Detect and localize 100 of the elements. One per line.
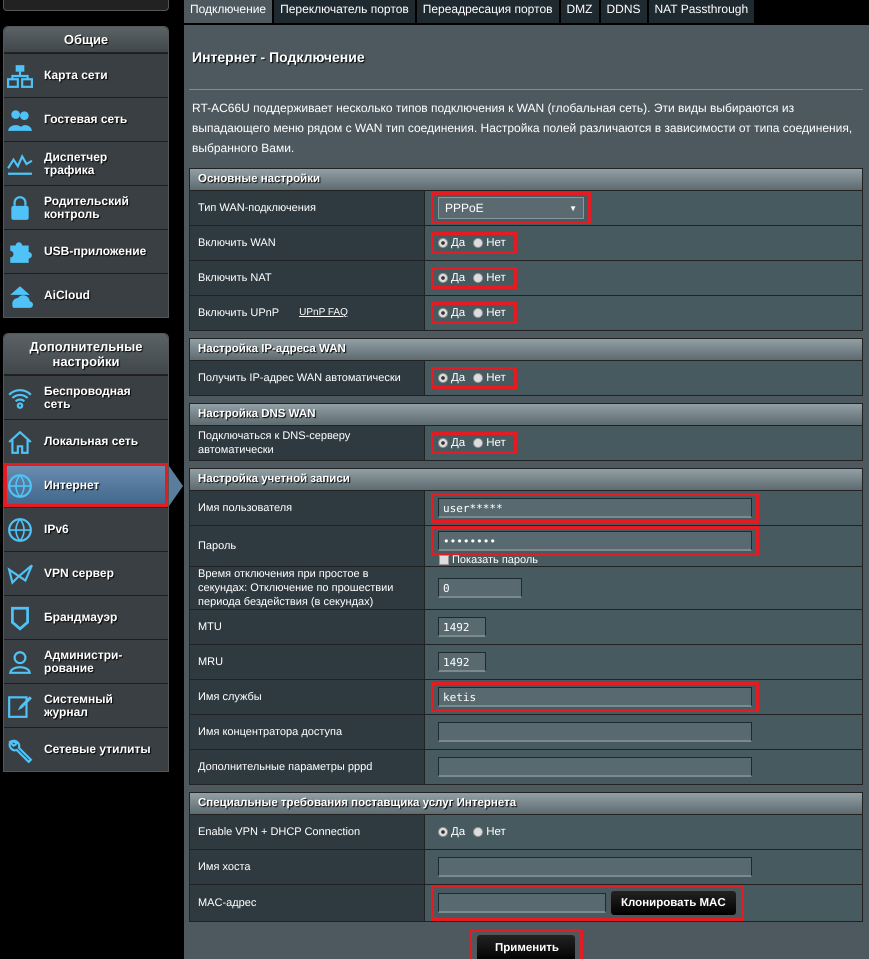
sidebar-item-label: USB-приложение — [44, 245, 148, 258]
network-map-icon — [7, 62, 33, 88]
field-label: Дополнительные параметры pppd — [198, 760, 372, 774]
section-header: Настройка DNS WAN — [190, 404, 862, 425]
sidebar-item[interactable]: USB-приложение — [4, 229, 168, 273]
radio-button[interactable] — [438, 308, 448, 318]
radio-button[interactable] — [473, 827, 484, 837]
tab[interactable]: Переключатель портов — [274, 0, 415, 23]
page-description: RT-AC66U поддерживает несколько типов подключения к WAN (глобальная сеть). Эти виды выбираются из выпадающего меню рядом с WAN тип соединения. Настройка полей различаются в зависимости от типа соединения, выбранного Вами. — [191, 100, 854, 157]
field-label: Подключаться к DNS-серверу автоматически — [198, 429, 352, 457]
radio-button[interactable] — [473, 438, 484, 448]
sidebar-item[interactable]: Диспетчер трафика — [4, 141, 168, 185]
field-label: Enable VPN + DHCP Connection — [198, 825, 360, 839]
field-label: Включить UPnP — [198, 306, 280, 320]
radio-button[interactable] — [473, 238, 484, 248]
radio-button[interactable] — [473, 373, 484, 383]
sidebar-item[interactable]: Беспроводная сеть — [4, 375, 168, 419]
sidebar-item[interactable]: Системный журнал — [4, 683, 168, 727]
show-password-checkbox[interactable]: Показать пароль — [431, 554, 856, 566]
radio-option[interactable]: Нет — [473, 826, 506, 838]
radio-option[interactable]: Нет — [473, 237, 506, 249]
radio-button[interactable] — [438, 438, 448, 448]
sidebar-item-label: Интернет — [44, 479, 100, 492]
radio-option[interactable]: Нет — [473, 437, 506, 449]
tab[interactable]: Переадресация портов — [416, 0, 558, 23]
mac-address-field[interactable] — [438, 893, 606, 913]
sidebar-item[interactable]: VPN сервер — [4, 551, 168, 595]
pointer-icon — [169, 466, 183, 506]
sidebar-item-label: Системный журнал — [44, 692, 114, 718]
radio-option[interactable]: Да — [438, 237, 466, 249]
radio-option[interactable]: Да — [438, 372, 466, 384]
radio-button[interactable] — [473, 273, 484, 283]
radio-option[interactable]: Да — [438, 437, 466, 449]
sidebar-item[interactable]: Родительский контроль — [4, 185, 168, 229]
input-field[interactable]: •••••••• — [438, 531, 752, 551]
field-label: MAC-адрес — [198, 896, 256, 910]
person-icon — [7, 648, 33, 674]
section-header: Основные настройки — [190, 169, 862, 190]
radio-button[interactable] — [438, 238, 448, 248]
radio-button[interactable] — [473, 308, 484, 318]
input-field[interactable]: ketis — [438, 687, 752, 707]
sidebar-item-label: Брандмауэр — [44, 611, 118, 624]
radio-option[interactable]: Нет — [473, 272, 506, 284]
input-field[interactable]: 0 — [438, 578, 522, 598]
input-field[interactable] — [438, 857, 752, 877]
sidebar-item-label: Родительский контроль — [44, 194, 130, 220]
tab[interactable]: Подключение — [184, 0, 272, 23]
section-header: Настройка IP-адреса WAN — [190, 339, 862, 360]
field-label: Имя пользователя — [198, 501, 292, 515]
radio-option[interactable]: Да — [438, 307, 466, 319]
page-title: Интернет - Подключение — [191, 48, 366, 67]
radio-button[interactable] — [438, 827, 448, 837]
sidebar-item-label: Гостевая сеть — [44, 113, 128, 126]
sidebar-item[interactable]: Гостевая сеть — [4, 97, 168, 141]
field-label: Пароль — [198, 539, 236, 553]
input-field[interactable]: 1492 — [438, 617, 486, 637]
input-field[interactable]: user***** — [438, 498, 752, 518]
radio-option[interactable]: Да — [438, 826, 466, 838]
field-label: MRU — [198, 655, 224, 669]
tab[interactable]: DMZ — [560, 0, 598, 23]
sidebar-item[interactable]: AiCloud — [4, 273, 168, 317]
sidebar-item[interactable]: Брандмауэр — [4, 595, 168, 639]
sidebar-item-label: Администри-рование — [44, 648, 124, 674]
sidebar-item-label: Беспроводная сеть — [44, 384, 132, 410]
sidebar-item-label: Локальная сеть — [44, 435, 140, 448]
clone-mac-button[interactable]: Клонировать MAC — [610, 890, 737, 916]
wan-type-dropdown[interactable]: PPPoE ▼ — [438, 197, 584, 219]
radio-option[interactable]: Нет — [473, 307, 506, 319]
radio-button[interactable] — [438, 273, 448, 283]
faq-link[interactable]: UPnP FAQ — [299, 306, 348, 320]
field-label: Имя хоста — [198, 860, 251, 874]
checkbox[interactable] — [439, 555, 449, 565]
field-label: Включить WAN — [198, 236, 276, 250]
field-label: Имя службы — [198, 690, 262, 704]
globe-icon — [7, 472, 33, 498]
input-field[interactable] — [438, 757, 752, 777]
section-header: Настройка учетной записи — [190, 469, 862, 490]
input-field[interactable]: 1492 — [438, 652, 486, 672]
field-label: Имя концентратора доступа — [198, 725, 342, 739]
input-field[interactable] — [438, 722, 752, 742]
sidebar-item[interactable]: Карта сети — [4, 53, 168, 97]
sidebar-item[interactable]: IPv6 — [4, 507, 168, 551]
tab[interactable]: DDNS — [600, 0, 647, 23]
sidebar-item[interactable]: Администри-рование — [4, 639, 168, 683]
sidebar-item-label: Сетевые утилиты — [44, 743, 152, 756]
field-label: MTU — [198, 620, 222, 634]
apply-button[interactable]: Применить — [476, 934, 576, 959]
wrench-icon — [7, 736, 33, 762]
radio-option[interactable]: Нет — [473, 372, 506, 384]
sidebar-heading: Дополнительные настройки — [4, 334, 168, 375]
tab[interactable]: NAT Passthrough — [648, 0, 754, 23]
sidebar-item-label: AiCloud — [44, 289, 91, 302]
field-label: Время отключения при простое в секундах: Отключение по прошествии периода бездействия (в секундах) — [198, 567, 394, 609]
sidebar-heading: Общие — [4, 27, 168, 53]
radio-option[interactable]: Да — [438, 272, 466, 284]
field-label: Включить NAT — [198, 271, 272, 285]
sidebar-item[interactable]: Сетевые утилиты — [4, 727, 168, 771]
field-label: Получить IP-адрес WAN автоматически — [198, 371, 401, 385]
sidebar-item-label: IPv6 — [44, 523, 70, 536]
radio-button[interactable] — [438, 373, 448, 383]
